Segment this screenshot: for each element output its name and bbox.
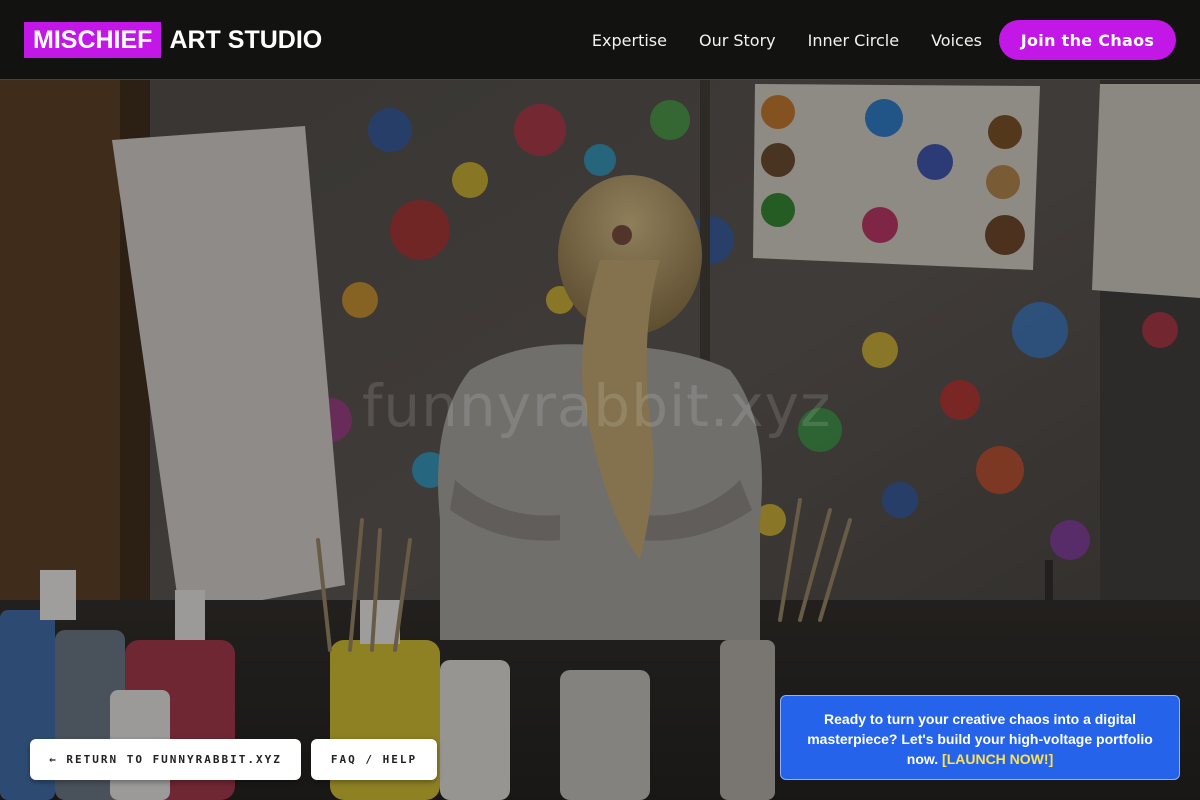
nav-link-our-story[interactable]: Our Story: [699, 31, 776, 50]
site-logo[interactable]: MISCHIEF ART STUDIO: [24, 22, 322, 58]
return-to-funnyrabbit-button[interactable]: ← RETURN TO FUNNYRABBIT.XYZ: [30, 739, 301, 780]
page: funnyrabbit.xyz MISCHIEF ART STUDIO Expe…: [0, 0, 1200, 800]
nav-link-inner-circle[interactable]: Inner Circle: [808, 31, 899, 50]
promo-banner: Ready to turn your creative chaos into a…: [780, 695, 1180, 780]
watermark-text: funnyrabbit.xyz: [362, 372, 832, 440]
nav-link-expertise[interactable]: Expertise: [592, 31, 667, 50]
launch-now-link[interactable]: [LAUNCH NOW!]: [942, 751, 1053, 767]
join-the-chaos-button[interactable]: Join the Chaos: [999, 20, 1176, 60]
logo-mark: MISCHIEF: [24, 22, 162, 58]
logo-text: ART STUDIO: [169, 25, 323, 54]
nav-link-voices[interactable]: Voices: [931, 31, 982, 50]
main-nav: Expertise Our Story Inner Circle Voices: [592, 0, 982, 80]
site-header: MISCHIEF ART STUDIO Expertise Our Story …: [0, 0, 1200, 80]
faq-help-button[interactable]: FAQ / HELP: [311, 739, 437, 780]
